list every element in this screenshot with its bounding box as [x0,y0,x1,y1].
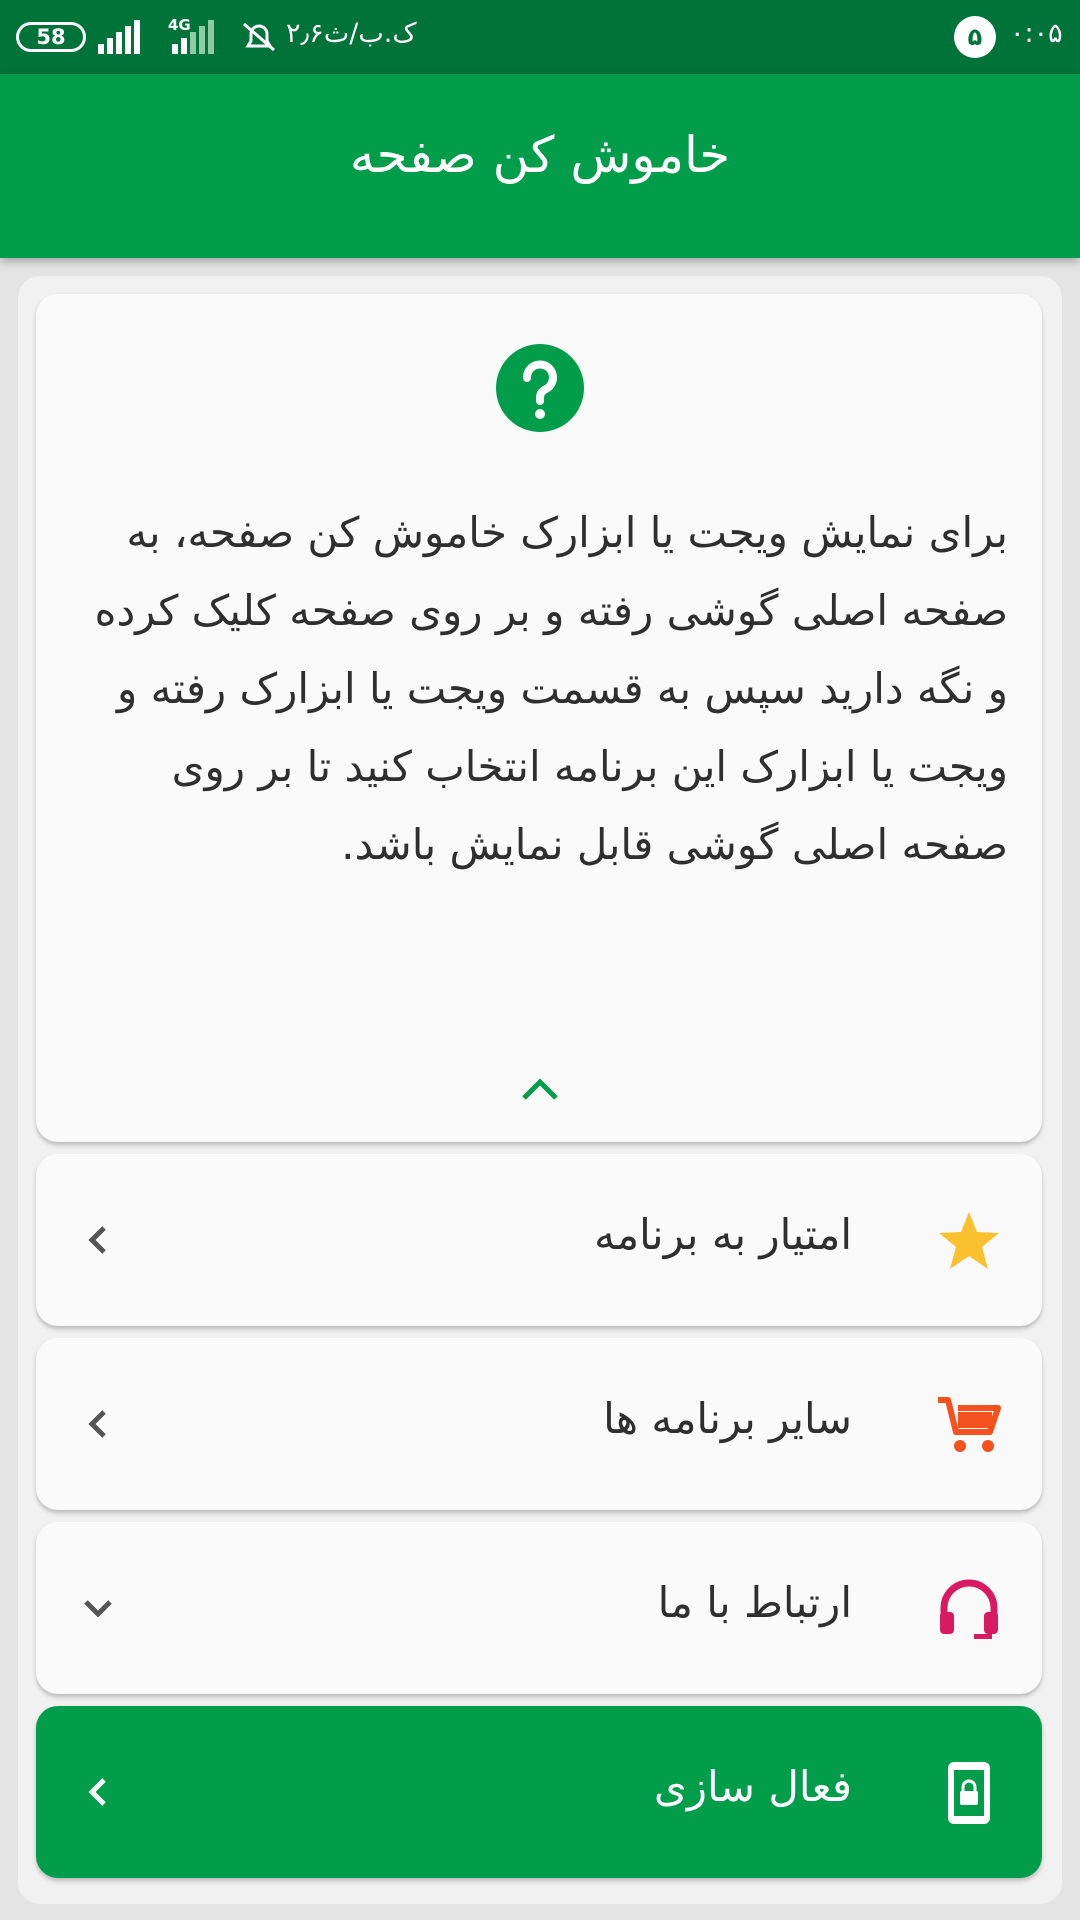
chevron-left-icon [88,1778,106,1806]
other-apps-item[interactable]: سایر برنامه ها [36,1338,1042,1510]
chevron-left-icon [88,1410,106,1438]
signal-icon-secondary [172,20,214,54]
battery-indicator: 58 [16,22,86,52]
chevron-up-icon[interactable] [518,1074,562,1104]
chevron-left-icon [88,1226,106,1254]
mute-icon [243,22,275,52]
headset-icon [940,1579,998,1639]
signal-icon [98,20,140,54]
data-speed: ۲٫۶ک.ب/ث [286,18,417,49]
activate-button[interactable]: فعال سازی [36,1706,1042,1878]
cart-icon [938,1397,1001,1452]
contact-us-item[interactable]: ارتباط با ما [36,1522,1042,1694]
phone-lock-icon [948,1762,990,1824]
rate-app-item[interactable]: امتیار به برنامه [36,1154,1042,1326]
page-title: خاموش کن صفحه [349,126,731,184]
rate-app-label: امتیار به برنامه [594,1210,852,1259]
widget-instructions: برای نمایش ویجت یا ابزارک خاموش کن صفحه،… [94,508,1008,869]
contact-us-label: ارتباط با ما [657,1578,852,1627]
chevron-down-icon [84,1600,112,1618]
other-apps-label: سایر برنامه ها [603,1394,852,1443]
clock: ۰:۰۵ [1010,18,1063,49]
info-card: برای نمایش ویجت یا ابزارک خاموش کن صفحه،… [36,294,1042,1142]
notification-badge: ۵ [954,16,996,58]
status-bar: 58 4G ۲٫۶ک.ب/ث ۵ ۰:۰۵ [0,0,1080,74]
app-bar: خاموش کن صفحه [0,74,1080,258]
star-icon [939,1212,999,1269]
activate-label: فعال سازی [653,1762,852,1811]
question-circle-icon [496,344,584,432]
